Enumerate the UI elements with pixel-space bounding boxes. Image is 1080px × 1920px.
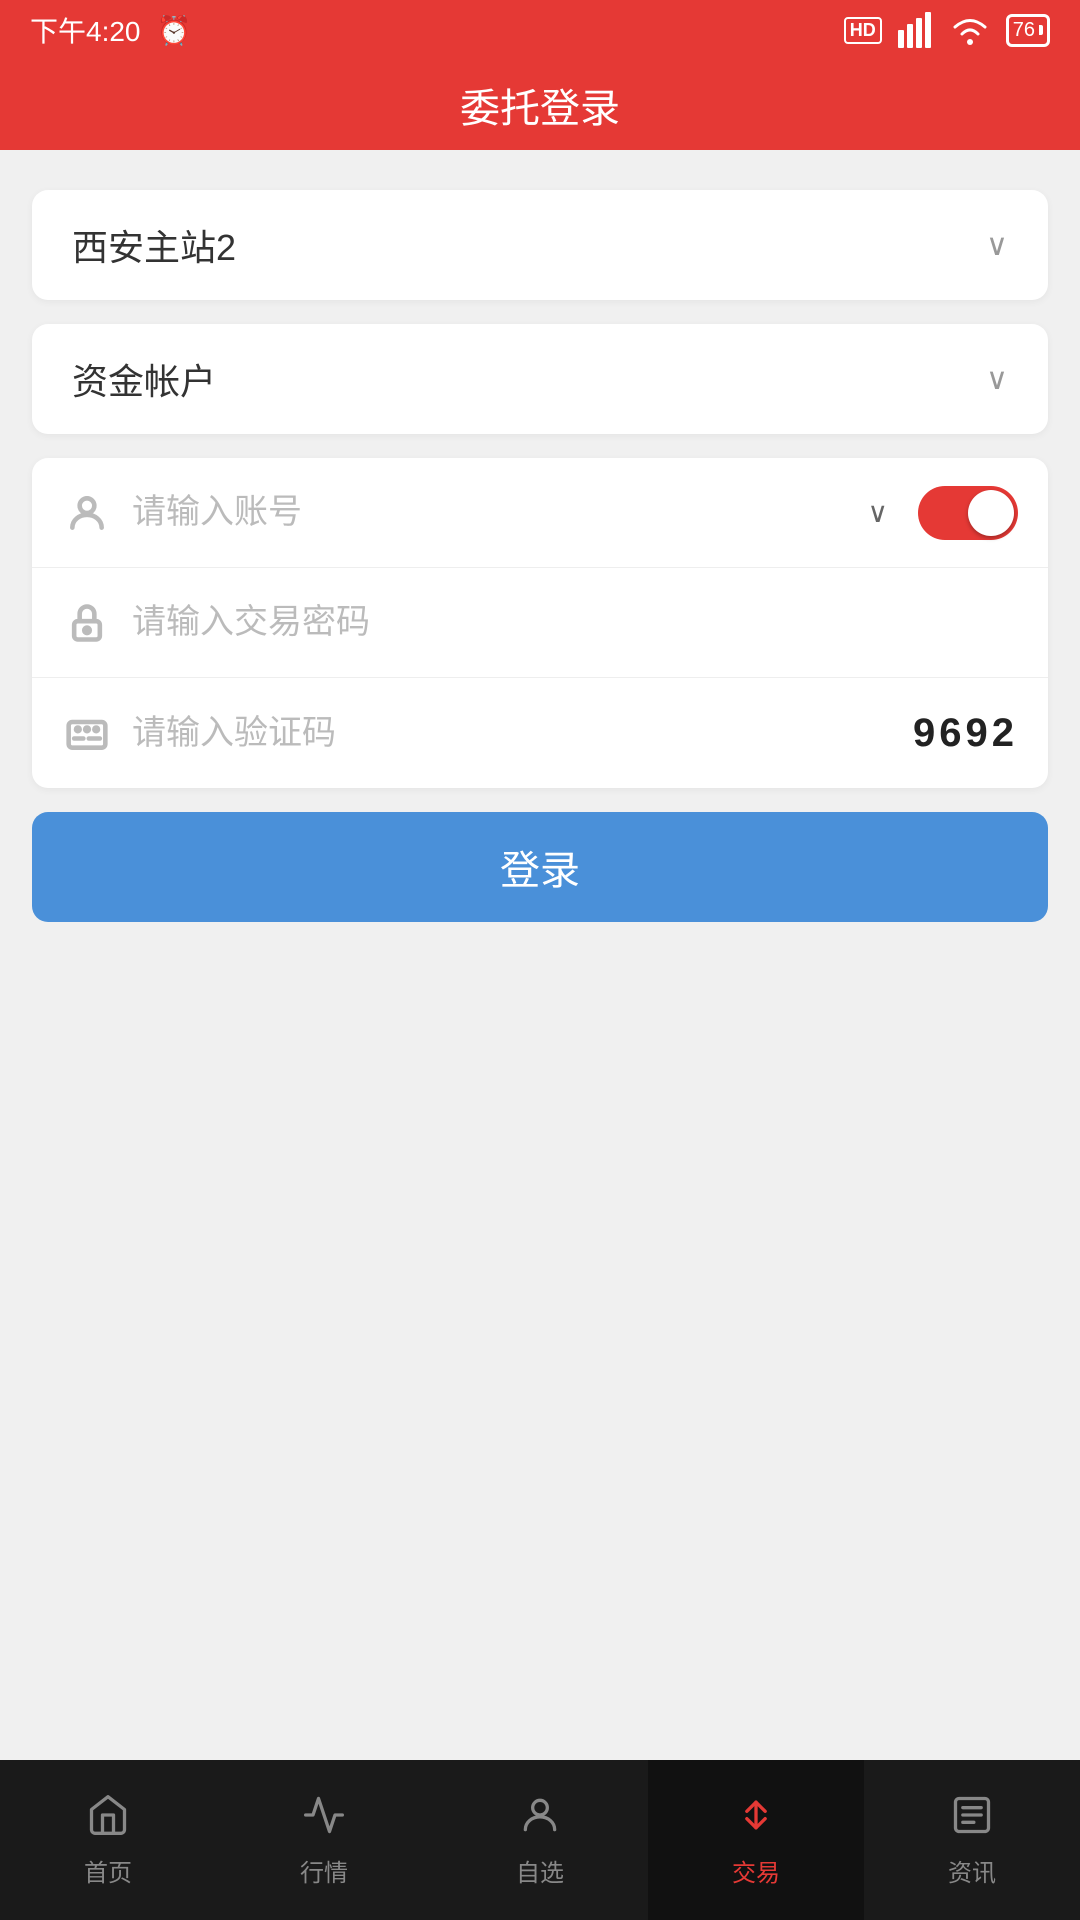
signal-icon — [898, 12, 934, 48]
trade-icon — [734, 1793, 778, 1845]
toggle-knob — [968, 490, 1014, 536]
nav-item-watchlist[interactable]: 自选 — [432, 1760, 648, 1920]
login-form-card: ∨ — [32, 458, 1048, 788]
password-input[interactable] — [132, 603, 1018, 642]
password-row — [32, 568, 1048, 678]
account-row: ∨ — [32, 458, 1048, 568]
account-type-chevron-icon: ∨ — [986, 362, 1008, 397]
status-bar: 下午4:20 ⏰ HD 76 — [0, 0, 1080, 60]
account-type-label: 资金帐户 — [72, 353, 216, 405]
nav-label-market: 行情 — [300, 1853, 348, 1888]
account-type-dropdown[interactable]: 资金帐户 ∨ — [32, 324, 1048, 434]
captcha-code-display: 9692 — [913, 711, 1018, 756]
bottom-nav: 首页 行情 自选 交易 — [0, 1760, 1080, 1920]
status-left: 下午4:20 ⏰ — [30, 10, 191, 50]
nav-item-home[interactable]: 首页 — [0, 1760, 216, 1920]
page-header: 委托登录 — [0, 60, 1080, 150]
captcha-icon — [62, 711, 112, 755]
captcha-row: 9692 — [32, 678, 1048, 788]
password-icon — [62, 601, 112, 645]
nav-item-trade[interactable]: 交易 — [648, 1760, 864, 1920]
page-title: 委托登录 — [460, 76, 620, 134]
wifi-icon — [950, 12, 990, 48]
nav-item-news[interactable]: 资讯 — [864, 1760, 1080, 1920]
nav-label-home: 首页 — [84, 1853, 132, 1888]
hd-badge: HD — [844, 17, 882, 44]
remember-toggle[interactable] — [918, 486, 1018, 540]
market-icon — [302, 1793, 346, 1845]
nav-item-market[interactable]: 行情 — [216, 1760, 432, 1920]
status-right: HD 76 — [844, 12, 1050, 48]
home-icon — [86, 1793, 130, 1845]
nav-label-watchlist: 自选 — [516, 1853, 564, 1888]
news-icon — [950, 1793, 994, 1845]
server-chevron-icon: ∨ — [986, 228, 1008, 263]
login-button[interactable]: 登录 — [32, 812, 1048, 922]
login-button-label: 登录 — [500, 838, 580, 896]
account-dropdown-icon: ∨ — [868, 496, 889, 529]
watchlist-icon — [518, 1793, 562, 1845]
nav-label-trade: 交易 — [732, 1853, 780, 1888]
main-content: 西安主站2 ∨ 资金帐户 ∨ ∨ — [0, 150, 1080, 1760]
account-icon — [62, 491, 112, 535]
nav-label-news: 资讯 — [948, 1853, 996, 1888]
alarm-icon: ⏰ — [157, 14, 192, 47]
toggle-container — [918, 486, 1018, 540]
status-time: 下午4:20 — [30, 10, 141, 50]
battery-icon: 76 — [1006, 14, 1050, 47]
captcha-input[interactable] — [132, 714, 893, 753]
server-dropdown-label: 西安主站2 — [72, 219, 236, 271]
battery-level: 76 — [1013, 19, 1035, 42]
account-input[interactable] — [132, 493, 848, 532]
server-dropdown[interactable]: 西安主站2 ∨ — [32, 190, 1048, 300]
